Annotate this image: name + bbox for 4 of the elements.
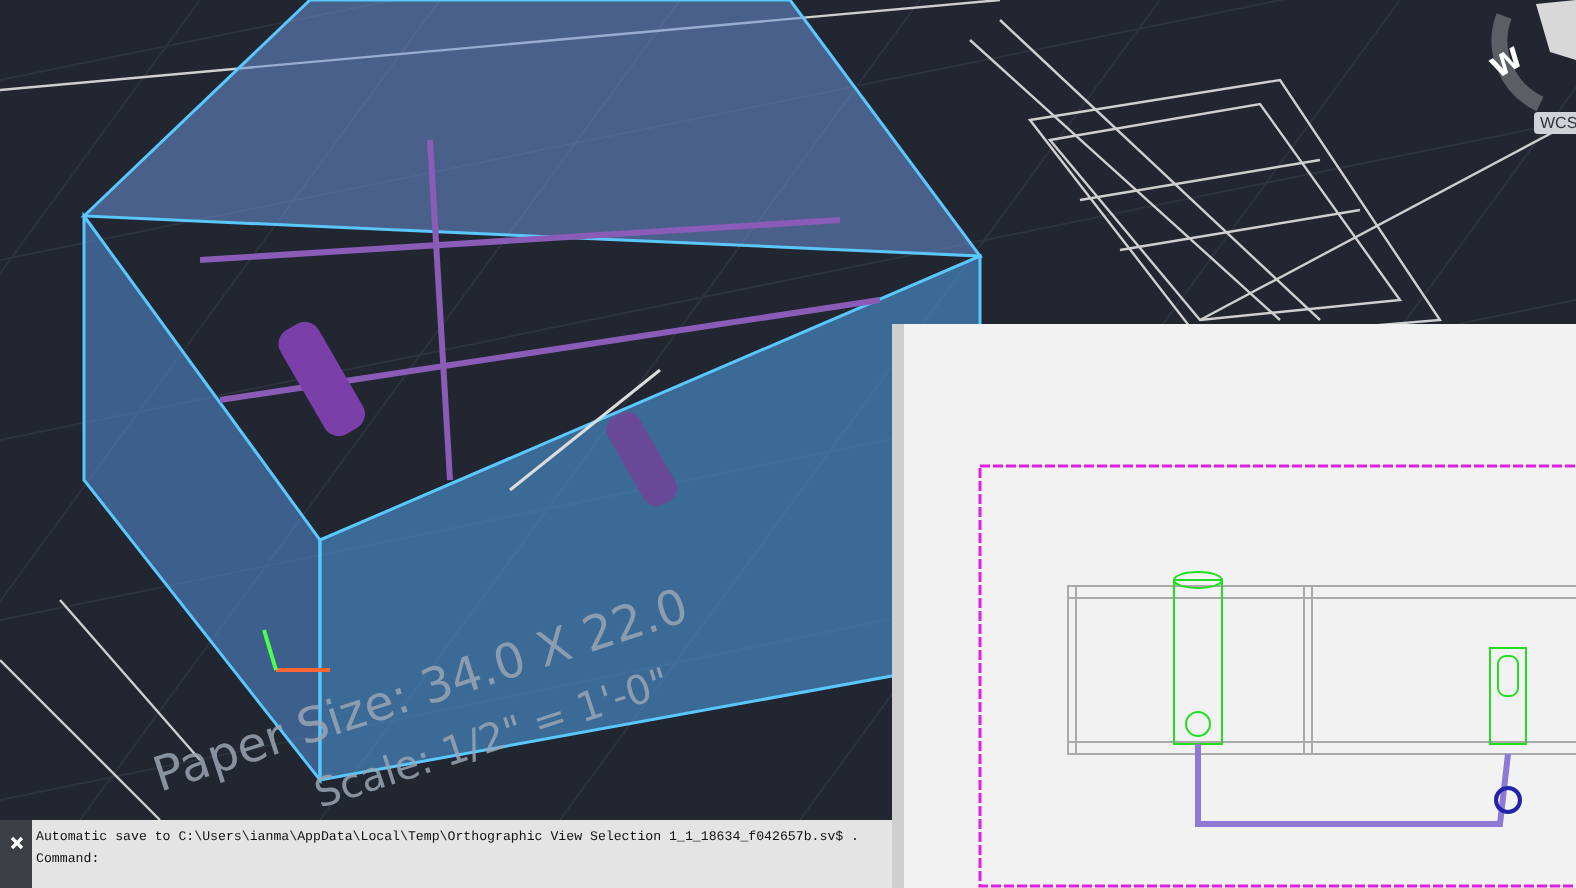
wcs-button[interactable]: WCS xyxy=(1534,112,1576,134)
close-icon[interactable] xyxy=(9,836,23,850)
viewcube-drawing[interactable] xyxy=(1491,0,1576,112)
compass-label: W xyxy=(1486,42,1529,86)
